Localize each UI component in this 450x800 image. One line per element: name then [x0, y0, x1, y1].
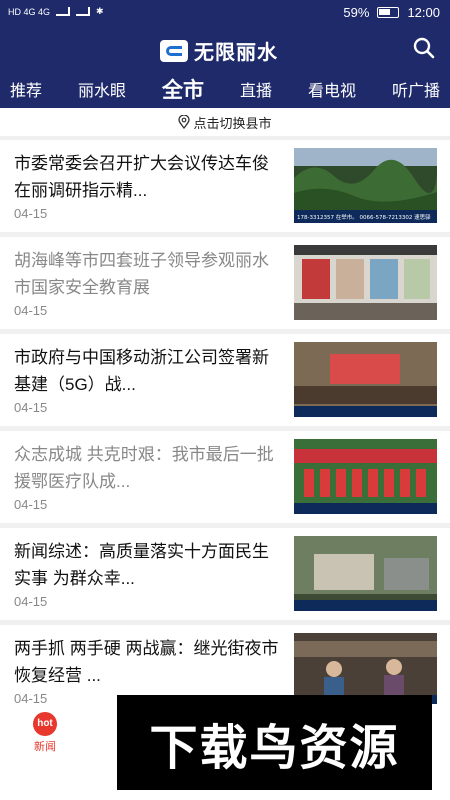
news-title: 新闻综述：高质量落实十方面民生实事 为群众幸...	[14, 542, 269, 588]
tab-recommend[interactable]: 推荐	[10, 77, 42, 101]
tab-watch-tv[interactable]: 看电视	[308, 77, 356, 101]
nav-news-label: 新闻	[34, 741, 56, 753]
nav-news-button[interactable]: hot 新闻	[30, 712, 60, 754]
news-thumbnail	[294, 342, 437, 417]
logo-text: 无限丽水	[194, 42, 278, 64]
news-date: 04-15	[14, 400, 48, 415]
news-title: 胡海峰等市四套班子领导参观丽水市国家安全教育展	[14, 251, 269, 297]
watermark-banner: 下载鸟资源	[117, 695, 432, 790]
news-item[interactable]: 市政府与中国移动浙江公司签署新基建（5G）战... 04-15	[0, 334, 450, 426]
news-date: 04-15	[14, 497, 48, 512]
status-right: 59% 12:00	[343, 5, 440, 20]
hot-icon: hot	[33, 712, 57, 736]
category-tabs: 推荐 丽水眼 全市 直播 看电视 听广播	[0, 70, 450, 108]
news-item[interactable]: 市委常委会召开扩大会议传达车俊在丽调研指示精... 04-15 178-3312…	[0, 140, 450, 232]
news-title: 市政府与中国移动浙江公司签署新基建（5G）战...	[14, 348, 269, 394]
bluetooth-icon: ✱	[96, 6, 104, 16]
signal-bars-icon-2	[76, 7, 91, 16]
news-thumbnail	[294, 439, 437, 514]
location-switch-button[interactable]: 点击切换县市	[0, 108, 450, 136]
signal-text: HD 4G 4G	[8, 6, 51, 17]
news-title: 市委常委会召开扩大会议传达车俊在丽调研指示精...	[14, 154, 269, 200]
app-logo: 无限丽水	[160, 36, 278, 65]
app-header: 无限丽水	[0, 28, 450, 70]
search-button[interactable]	[412, 36, 436, 60]
location-label: 点击切换县市	[193, 115, 272, 131]
location-pin-icon	[178, 115, 191, 129]
battery-icon	[377, 7, 400, 18]
battery-percent: 59%	[343, 5, 370, 20]
news-thumbnail: 178-3312357 在举市。 0066-578-7213302 速思驿	[294, 148, 437, 223]
search-icon	[413, 37, 435, 59]
news-item[interactable]: 新闻综述：高质量落实十方面民生实事 为群众幸... 04-15	[0, 528, 450, 620]
news-date: 04-15	[14, 303, 48, 318]
tab-whole-city[interactable]: 全市	[162, 74, 204, 104]
tab-radio[interactable]: 听广播	[392, 77, 440, 101]
status-bar: HD 4G 4G ✱ 59% 12:00	[0, 0, 450, 28]
tab-live[interactable]: 直播	[240, 77, 272, 101]
tab-lishui-eye[interactable]: 丽水眼	[78, 77, 126, 101]
news-title: 两手抓 两手硬 两战赢：继光街夜市恢复经营 ...	[14, 639, 279, 685]
app-top-bar: HD 4G 4G ✱ 59% 12:00 无限丽水 推荐 丽水眼 全市 直播 看…	[0, 0, 450, 108]
news-item[interactable]: 胡海峰等市四套班子领导参观丽水市国家安全教育展 04-15	[0, 237, 450, 329]
news-date: 04-15	[14, 594, 48, 609]
news-thumbnail	[294, 536, 437, 611]
logo-mark-icon	[160, 39, 188, 62]
news-item[interactable]: 众志成城 共克时艰：我市最后一批援鄂医疗队成... 04-15	[0, 431, 450, 523]
clock: 12:00	[407, 5, 440, 20]
thumb-caption: 178-3312357 在举市。 0066-578-7213302 速思驿	[297, 213, 431, 221]
signal-bars-icon	[56, 7, 71, 16]
news-date: 04-15	[14, 206, 48, 221]
news-thumbnail	[294, 245, 437, 320]
news-title: 众志成城 共克时艰：我市最后一批援鄂医疗队成...	[14, 445, 274, 491]
signal-indicators: HD 4G 4G ✱	[8, 6, 104, 17]
